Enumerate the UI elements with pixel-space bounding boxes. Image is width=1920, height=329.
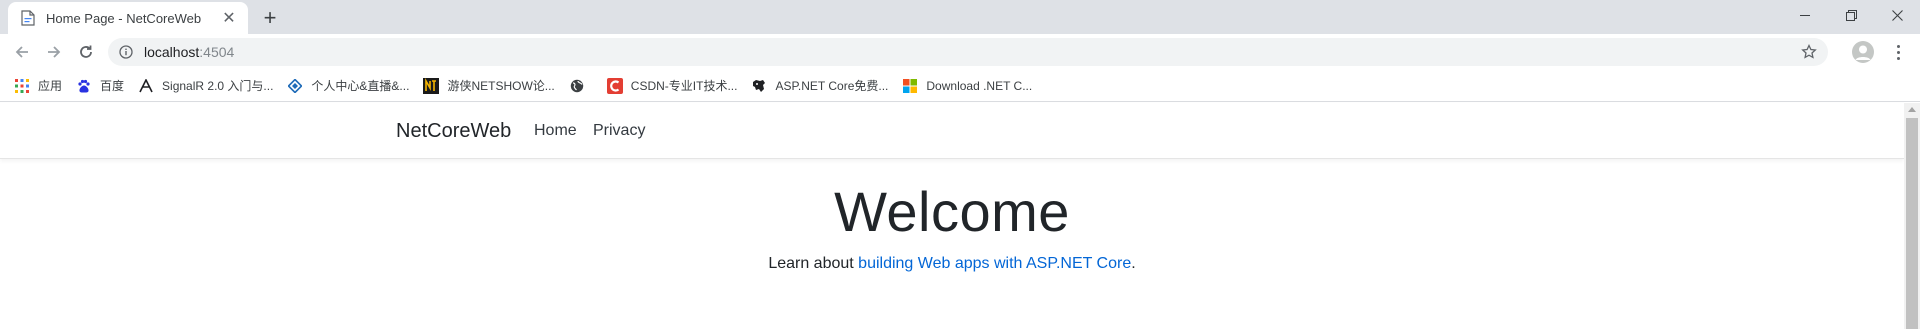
baidu-icon [76,78,92,94]
url-host: localhost [144,44,200,60]
vertical-scrollbar[interactable] [1904,103,1920,329]
csdn-icon [606,77,623,94]
site-brand[interactable]: NetCoreWeb [396,120,511,143]
tab-title: Home Page - NetCoreWeb [46,10,202,26]
bookmark-csdn[interactable]: CSDN-专业IT技术... [605,74,746,98]
bookmark-apps[interactable]: 应用 [12,74,70,98]
browser-toolbar: localhost:4504 [0,34,1920,70]
nav-link-privacy[interactable]: Privacy [593,122,645,140]
bookmark-label: 百度 [100,79,125,93]
diamond-icon [287,78,303,94]
bookmarks-bar: 应用 百度 SignalR 2.0 入门与... 个人中心&直播&... 游侠N… [0,70,1920,102]
url-port: :4504 [199,44,235,60]
bookmark-label: 游侠NETSHOW论... [447,79,555,93]
star-icon[interactable] [1800,43,1818,61]
netshow-icon [423,77,440,94]
site-navbar: NetCoreWeb Home Privacy [0,103,1904,159]
bookmark-label: ASP.NET Core免费... [775,79,889,93]
scroll-thumb[interactable] [1906,118,1918,329]
page-viewport: NetCoreWeb Home Privacy Welcome Learn ab… [0,103,1920,329]
close-icon[interactable] [1874,0,1920,30]
page-icon [20,10,36,26]
browser-tab[interactable]: Home Page - NetCoreWeb ✕ [8,2,248,34]
address-bar[interactable]: localhost:4504 [108,38,1828,66]
bookmark-download-dotnet[interactable]: Download .NET C... [900,74,1040,98]
bookmark-globe[interactable] [567,74,601,98]
bookmark-label: Download .NET C... [926,78,1033,93]
page-title: Welcome [834,180,1070,243]
bookmark-baidu[interactable]: 百度 [74,74,132,98]
lead-prefix: Learn about [768,255,859,272]
forward-icon[interactable] [40,38,68,66]
bookmark-label: 应用 [38,79,63,93]
tab-close-icon[interactable]: ✕ [220,9,238,27]
menu-icon[interactable] [1886,40,1910,64]
back-icon[interactable] [8,38,36,66]
lead-suffix: . [1131,255,1136,272]
docs-link[interactable]: building Web apps with ASP.NET Core [858,255,1131,272]
bookmark-personal-center[interactable]: 个人中心&直播&... [285,74,417,98]
scroll-up-arrow-icon[interactable] [1908,107,1916,112]
reload-icon[interactable] [72,38,100,66]
restore-icon[interactable] [1828,0,1874,30]
lead-text: Learn about building Web apps with ASP.N… [0,255,1904,273]
apps-icon [14,78,30,94]
aspnet-icon [751,78,767,94]
tab-strip: Home Page - NetCoreWeb ✕ + [0,0,1920,34]
minimize-icon[interactable] [1782,0,1828,30]
bookmark-signalr[interactable]: SignalR 2.0 入门与... [136,74,281,98]
new-tab-button[interactable]: + [258,5,282,30]
info-icon[interactable] [118,44,134,60]
bookmark-netshow[interactable]: 游侠NETSHOW论... [421,74,562,98]
bookmark-label: 个人中心&直播&... [311,79,410,93]
profile-icon[interactable] [1852,41,1874,63]
nav-link-home[interactable]: Home [534,122,577,140]
microsoft-icon [902,78,918,94]
bookmark-aspnet[interactable]: ASP.NET Core免费... [749,74,896,98]
bookmark-label: SignalR 2.0 入门与... [162,79,274,93]
globe-icon [569,78,585,94]
signalr-icon [138,78,154,94]
bookmark-label: CSDN-专业IT技术... [630,79,738,93]
